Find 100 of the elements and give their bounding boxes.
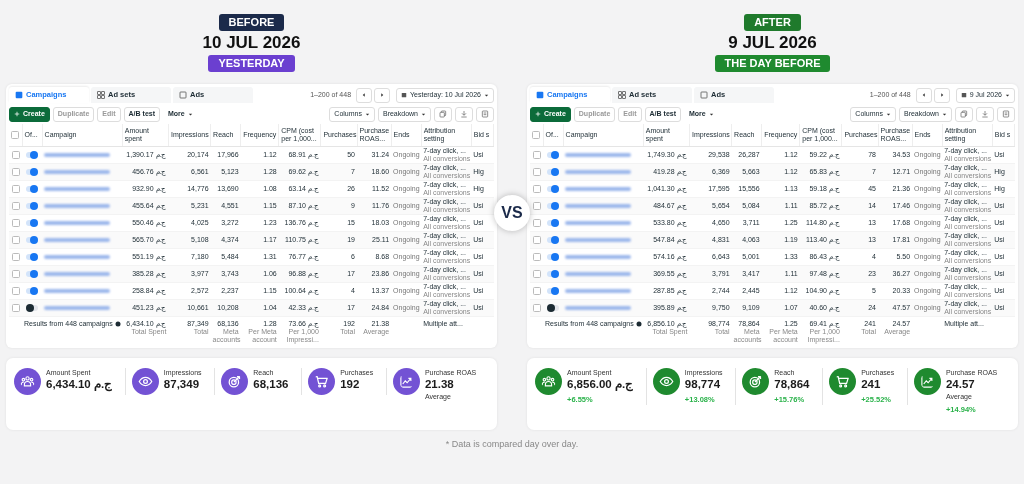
checkbox[interactable]: [532, 303, 541, 312]
checkbox[interactable]: [532, 184, 541, 193]
toggle-switch[interactable]: [26, 185, 39, 192]
period-badge: AFTER: [744, 14, 801, 31]
left-icon: [361, 92, 368, 98]
caret-icon: [1005, 92, 1010, 98]
toggle-switch[interactable]: [26, 168, 39, 175]
checkbox[interactable]: [532, 269, 541, 278]
icon-button[interactable]: [434, 106, 452, 122]
checkbox[interactable]: [532, 252, 541, 261]
blurred-campaign-name[interactable]: [44, 305, 111, 310]
toggle-switch[interactable]: [547, 202, 560, 209]
checkbox[interactable]: [11, 252, 20, 261]
download-icon: [460, 110, 468, 118]
toggle-switch[interactable]: [547, 287, 560, 294]
copy-icon: [439, 110, 447, 118]
icon-button[interactable]: [455, 106, 473, 122]
blurred-campaign-name[interactable]: [565, 305, 632, 310]
checkbox[interactable]: [532, 286, 541, 295]
previous-button[interactable]: [915, 87, 932, 103]
checkbox[interactable]: [11, 235, 20, 244]
blurred-campaign-name[interactable]: [44, 254, 111, 259]
grid-icon: [618, 91, 626, 99]
stat-value: 87,349: [163, 377, 201, 392]
blurred-campaign-name[interactable]: [565, 152, 632, 157]
blurred-campaign-name[interactable]: [44, 169, 111, 174]
blurred-campaign-name[interactable]: [44, 271, 111, 276]
toggle-switch[interactable]: [547, 168, 560, 175]
previous-button[interactable]: [356, 87, 373, 103]
square-icon: [700, 91, 708, 99]
period-badge: THE DAY BEFORE: [714, 55, 831, 72]
blurred-campaign-name[interactable]: [565, 271, 632, 276]
checkbox[interactable]: [11, 130, 19, 139]
period-badge: BEFORE: [218, 14, 285, 31]
blurred-campaign-name[interactable]: [565, 220, 632, 225]
stat-value: 241: [861, 376, 882, 392]
icon-button[interactable]: [997, 106, 1015, 122]
checkbox[interactable]: [532, 218, 541, 227]
blurred-campaign-name[interactable]: [565, 237, 632, 242]
checkbox[interactable]: [11, 150, 20, 159]
checkbox[interactable]: [11, 269, 20, 278]
toggle-switch[interactable]: [547, 253, 560, 260]
caret-icon: [187, 111, 193, 117]
date-heading: 9 JUL 2026: [728, 33, 817, 53]
toggle-switch[interactable]: [26, 236, 39, 243]
blurred-campaign-name[interactable]: [44, 152, 111, 157]
toggle-switch[interactable]: [547, 270, 560, 277]
checkbox[interactable]: [11, 218, 20, 227]
caret-icon: [885, 111, 891, 117]
date-heading: 10 JUL 2026: [202, 33, 301, 53]
toggle-switch[interactable]: [547, 304, 560, 311]
toggle-switch[interactable]: [26, 287, 39, 294]
blurred-campaign-name[interactable]: [44, 186, 111, 191]
toggle-switch[interactable]: [26, 270, 39, 277]
caret-icon: [942, 111, 947, 117]
stat-value: 78,864: [774, 376, 810, 392]
checkbox[interactable]: [11, 201, 20, 210]
next-button[interactable]: [374, 87, 391, 103]
toggle-switch[interactable]: [547, 151, 560, 158]
checkbox[interactable]: [532, 235, 541, 244]
icon-button[interactable]: [955, 106, 973, 122]
toggle-switch[interactable]: [26, 202, 39, 209]
toggle-switch[interactable]: [26, 253, 39, 260]
right-icon: [938, 92, 945, 98]
blurred-campaign-name[interactable]: [565, 288, 632, 293]
next-button[interactable]: [933, 87, 950, 103]
download-icon: [981, 110, 989, 118]
checkbox[interactable]: [11, 167, 20, 176]
checkbox[interactable]: [532, 167, 541, 176]
checkbox[interactable]: [11, 303, 20, 312]
blurred-campaign-name[interactable]: [565, 169, 632, 174]
report-icon: [1002, 110, 1010, 118]
blurred-campaign-name[interactable]: [44, 220, 111, 225]
blurred-campaign-name[interactable]: [44, 288, 111, 293]
icon-button[interactable]: [976, 106, 994, 122]
icon-button[interactable]: [476, 106, 494, 122]
toggle-switch[interactable]: [547, 219, 560, 226]
copy-icon: [960, 110, 968, 118]
blurred-campaign-name[interactable]: [565, 203, 632, 208]
toggle-switch[interactable]: [547, 185, 560, 192]
checkbox[interactable]: [11, 286, 20, 295]
stat-value: 21.38: [424, 376, 455, 392]
blurred-campaign-name[interactable]: [565, 254, 632, 259]
checkbox[interactable]: [532, 201, 541, 210]
checkbox[interactable]: [532, 150, 541, 159]
blurred-campaign-name[interactable]: [565, 186, 632, 191]
toggle-switch[interactable]: [26, 304, 39, 311]
toggle-switch[interactable]: [26, 219, 39, 226]
checkbox[interactable]: [532, 130, 540, 139]
toggle-switch[interactable]: [26, 151, 39, 158]
grid-icon: [97, 91, 105, 99]
plus-icon: [14, 111, 20, 117]
caret-icon: [364, 111, 370, 117]
toggle-switch[interactable]: [547, 236, 560, 243]
report-icon: [481, 110, 489, 118]
checkbox[interactable]: [11, 184, 20, 193]
square-icon: [179, 91, 187, 99]
plus-icon: [535, 111, 541, 117]
blurred-campaign-name[interactable]: [44, 237, 111, 242]
blurred-campaign-name[interactable]: [44, 203, 111, 208]
